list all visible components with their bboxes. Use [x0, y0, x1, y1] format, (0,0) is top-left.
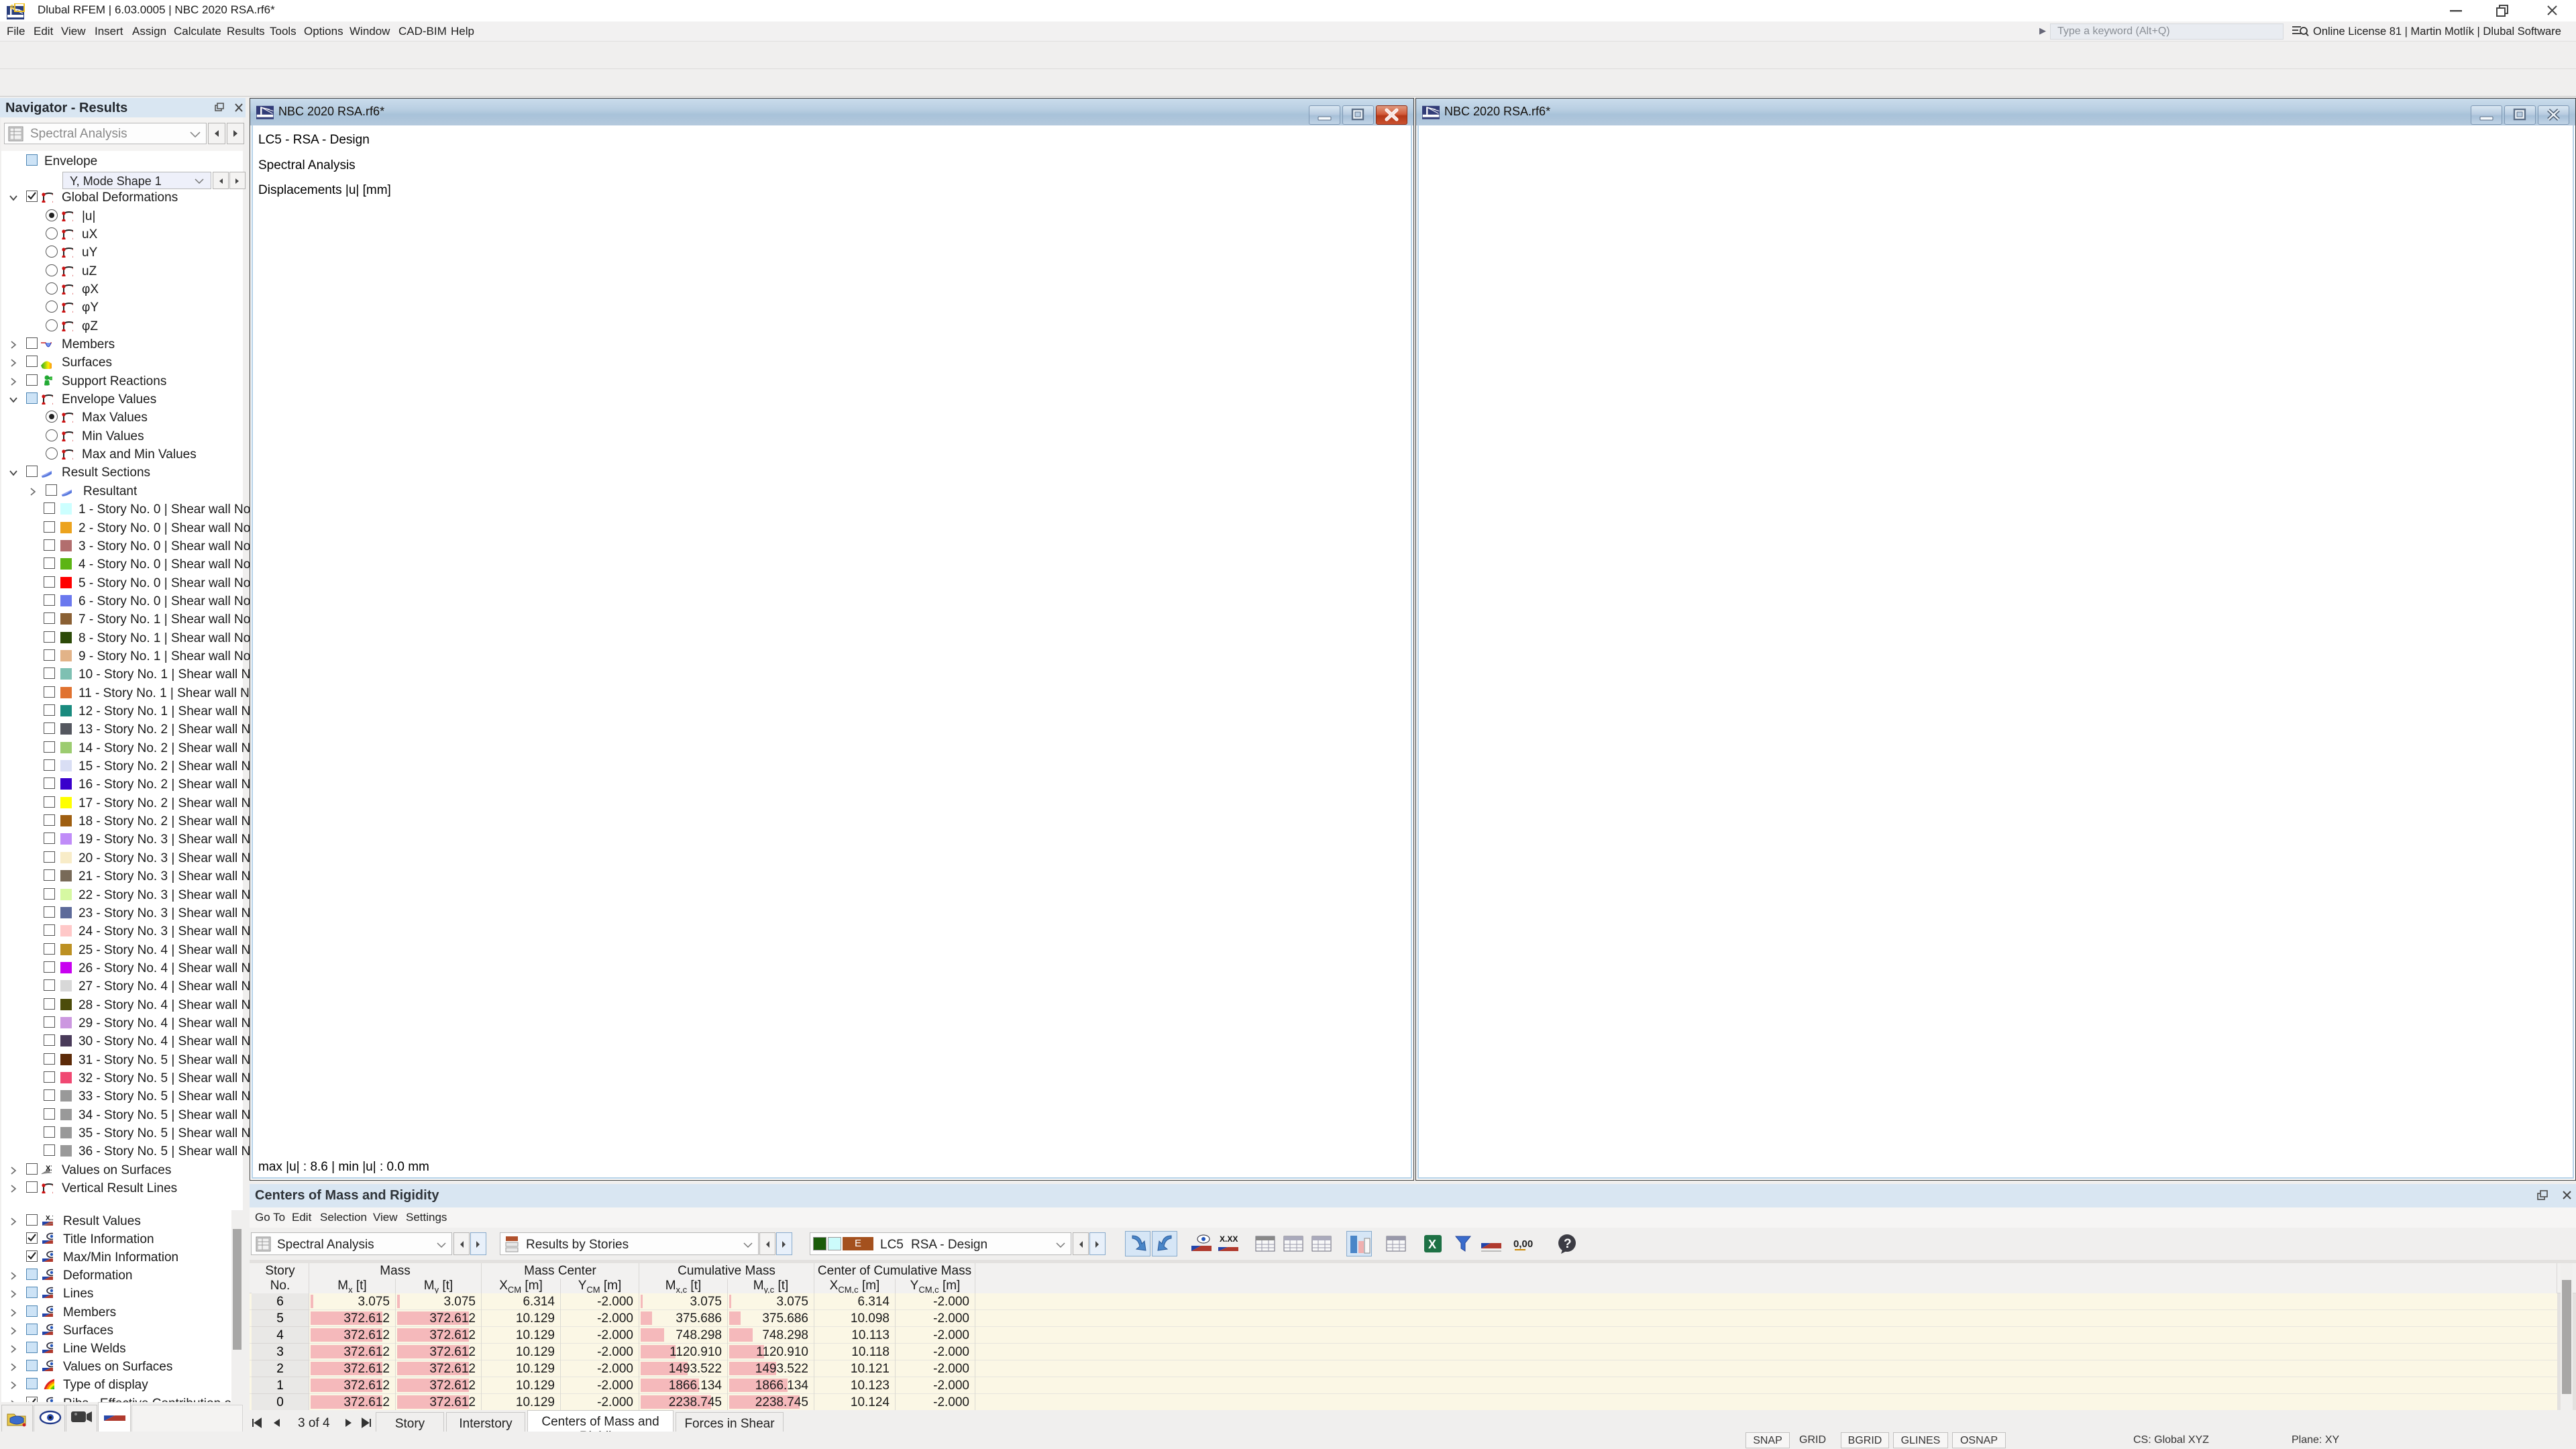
svg-text:X: X: [1428, 1238, 1436, 1251]
svg-text:6: 6: [10, 4, 14, 11]
svg-text:X.XX: X.XX: [1220, 1234, 1238, 1244]
svg-text:?: ?: [1564, 1237, 1572, 1251]
svg-text:XX: XX: [46, 1165, 52, 1173]
svg-text:0,00: 0,00: [1513, 1238, 1533, 1250]
svg-text:X.XX: X.XX: [46, 1215, 53, 1222]
